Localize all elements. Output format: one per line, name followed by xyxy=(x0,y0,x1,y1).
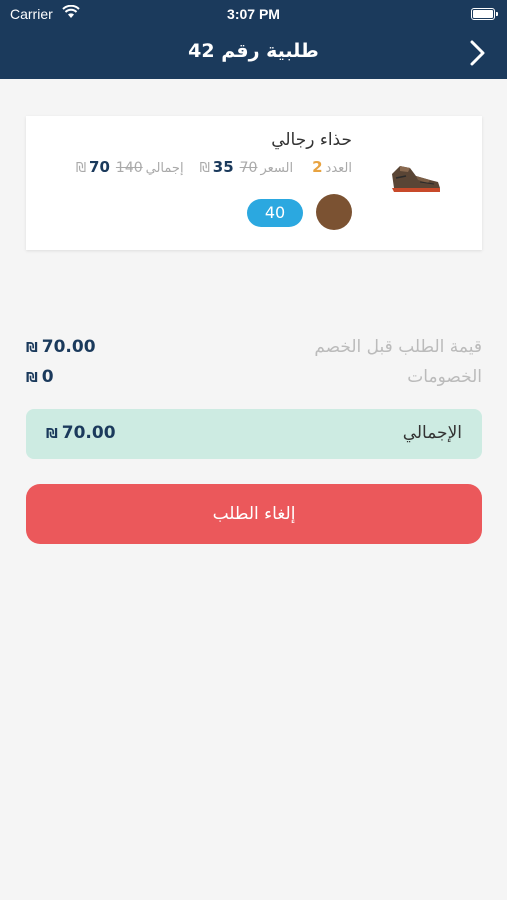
order-total-box: الإجمالي ₪ 70.00 xyxy=(26,409,482,459)
total-currency: ₪ xyxy=(46,427,58,442)
discounts-label: الخصومات xyxy=(407,367,482,387)
qty-value: 2 xyxy=(312,158,323,176)
total-label: الإجمالي xyxy=(402,423,462,443)
battery-icon xyxy=(471,8,498,20)
discounts-value: ₪ 0 xyxy=(26,367,54,387)
summary-discounts: الخصومات ₪ 0 xyxy=(26,367,482,393)
before-discount-amount: 70.00 xyxy=(41,337,96,357)
item-meta-row: العدد2السعر35 70₪إجمالي70 140₪ xyxy=(76,158,352,176)
cancel-order-button[interactable]: إلغاء الطلب xyxy=(26,484,482,544)
status-time: 3:07 PM xyxy=(227,6,280,22)
app-header: Carrier 3:07 PM طلبية رقم 42 xyxy=(0,0,507,79)
price-value: 35 xyxy=(212,158,234,176)
discounts-currency: ₪ xyxy=(26,371,38,386)
size-badge: 40 xyxy=(247,199,303,227)
shoe-product-image xyxy=(392,166,440,192)
page-title: طلبية رقم 42 xyxy=(188,40,319,62)
product-name: حذاء رجالي xyxy=(271,130,352,150)
item-total-value: 70 xyxy=(89,158,110,176)
total-amount: 70.00 xyxy=(61,423,116,443)
total-value: ₪ 70.00 xyxy=(46,423,116,443)
order-item-card: حذاء رجالي العدد2السعر35 70₪إجمالي70 140₪ … xyxy=(26,116,482,250)
item-total-currency: ₪ xyxy=(75,161,87,176)
price-old-value: 70 xyxy=(239,160,258,176)
chevron-right-icon[interactable] xyxy=(467,40,489,66)
discounts-amount: 0 xyxy=(41,367,54,387)
item-total-label: إجمالي xyxy=(145,161,184,176)
price-label: السعر xyxy=(260,161,294,176)
before-discount-value: ₪ 70.00 xyxy=(26,337,96,357)
status-bar: Carrier 3:07 PM xyxy=(0,0,507,28)
summary-before-discount: قيمة الطلب قبل الخصم ₪ 70.00 xyxy=(26,337,482,363)
price-currency: ₪ xyxy=(199,161,210,176)
qty-label: العدد xyxy=(325,161,352,176)
item-total-old-value: 140 xyxy=(115,160,143,176)
color-swatch xyxy=(316,194,352,230)
before-discount-currency: ₪ xyxy=(26,341,38,356)
before-discount-label: قيمة الطلب قبل الخصم xyxy=(314,337,482,357)
